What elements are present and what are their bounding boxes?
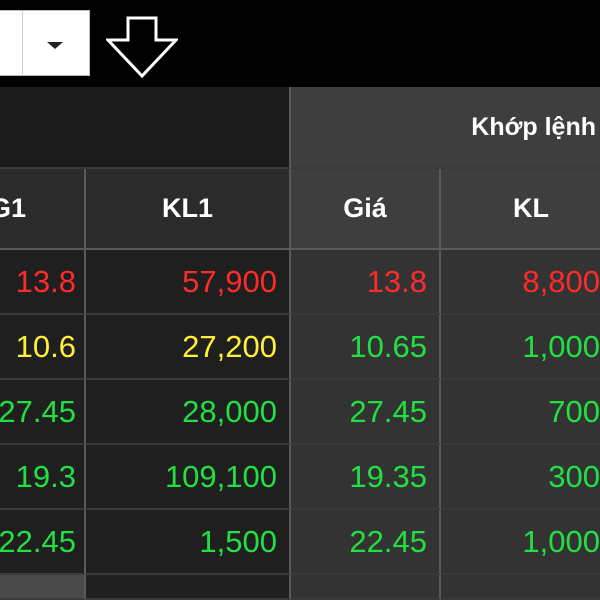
dropdown-divider [22, 11, 23, 75]
table-row-1-kl1[interactable]: 27,200 [86, 315, 291, 380]
toolbar [0, 0, 600, 87]
cell-value: 57,900 [182, 263, 277, 299]
table-row-2-gia[interactable]: 27.45 [291, 380, 441, 445]
table-row-5-kl1[interactable] [86, 575, 291, 600]
table-row-5-g1[interactable] [0, 575, 86, 600]
table-row-4-kl[interactable]: 1,000 [441, 510, 600, 575]
cell-value: 1,000 [522, 523, 600, 559]
cell-value: 13.8 [366, 263, 427, 299]
cell-value: 700 [548, 393, 600, 429]
table-row-3-g1[interactable]: 19.3 [0, 445, 86, 510]
column-header-kl1[interactable]: KL1 [86, 169, 291, 250]
table-row-1-g1[interactable]: 10.6 [0, 315, 86, 380]
column-header-g1[interactable]: G1 [0, 169, 86, 250]
filter-dropdown[interactable] [0, 10, 90, 76]
table-row-4-gia[interactable]: 22.45 [291, 510, 441, 575]
price-board-table: Khớp lệnh G1 KL1 Giá KL 13.8 57,900 13.8… [0, 87, 600, 600]
table-row-5-gia[interactable] [291, 575, 441, 600]
table-row-0-kl1[interactable]: 57,900 [86, 250, 291, 315]
cell-value: 19.3 [15, 458, 76, 494]
chevron-down-icon[interactable] [47, 42, 63, 49]
cell-value: 22.45 [0, 523, 76, 559]
table-row-3-kl1[interactable]: 109,100 [86, 445, 291, 510]
column-header-gia[interactable]: Giá [291, 169, 441, 250]
table-row-3-gia[interactable]: 19.35 [291, 445, 441, 510]
table-row-4-g1[interactable]: 22.45 [0, 510, 86, 575]
table-row-2-kl1[interactable]: 28,000 [86, 380, 291, 445]
column-header-label: G1 [0, 193, 27, 223]
table-row-1-gia[interactable]: 10.65 [291, 315, 441, 380]
cell-value: 27,200 [182, 328, 277, 364]
cell-value: 27.45 [0, 393, 76, 429]
table-row-5-kl[interactable] [441, 575, 600, 600]
cell-value: 300 [548, 458, 600, 494]
table-row-0-gia[interactable]: 13.8 [291, 250, 441, 315]
table-row-1-kl[interactable]: 1,000 [441, 315, 600, 380]
cell-value: 10.6 [15, 328, 76, 364]
cell-value: 10.65 [349, 328, 427, 364]
cell-value: 28,000 [182, 393, 277, 429]
cell-value: 8,800 [522, 263, 600, 299]
cell-value: 27.45 [349, 393, 427, 429]
cell-value: 19.35 [349, 458, 427, 494]
cell-value: 22.45 [349, 523, 427, 559]
cell-value: 1,500 [199, 523, 277, 559]
cell-value: 1,000 [522, 328, 600, 364]
group-header-label: Khớp lệnh [471, 112, 596, 141]
table-row-0-g1[interactable]: 13.8 [0, 250, 86, 315]
table-row-2-g1[interactable]: 27.45 [0, 380, 86, 445]
column-header-kl[interactable]: KL [441, 169, 600, 250]
arrow-down-outline-icon[interactable] [106, 16, 178, 78]
group-header-bid [0, 87, 291, 169]
column-header-label: Giá [343, 193, 387, 223]
column-header-label: KL1 [161, 193, 213, 223]
group-header-matched: Khớp lệnh [291, 87, 600, 169]
table-row-4-kl1[interactable]: 1,500 [86, 510, 291, 575]
table-row-2-kl[interactable]: 700 [441, 380, 600, 445]
cell-value: 109,100 [164, 458, 277, 494]
table-row-0-kl[interactable]: 8,800 [441, 250, 600, 315]
table-row-3-kl[interactable]: 300 [441, 445, 600, 510]
cell-value: 13.8 [15, 263, 76, 299]
column-header-label: KL [513, 193, 549, 223]
